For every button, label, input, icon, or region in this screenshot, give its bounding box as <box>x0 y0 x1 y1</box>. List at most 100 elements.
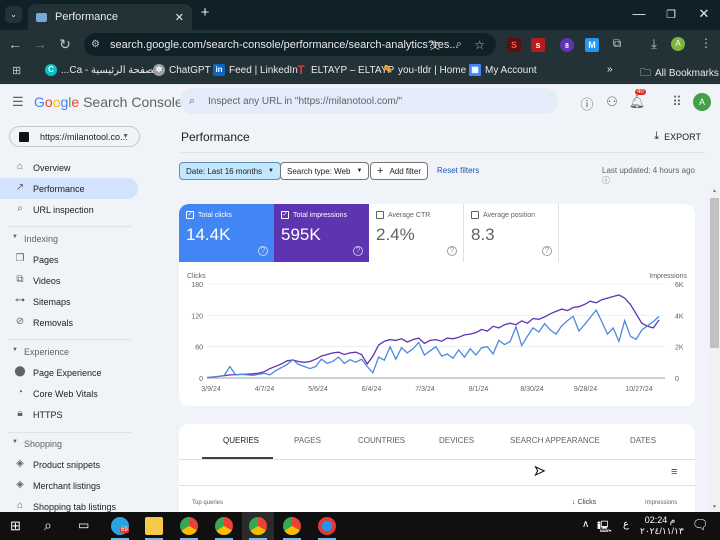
close-window-icon[interactable]: ✕ <box>694 6 714 22</box>
help-circle-icon[interactable]: ⓘ <box>602 176 610 185</box>
chrome-profile-4-icon[interactable] <box>283 517 301 535</box>
checkbox-checked-icon[interactable]: ✓ <box>186 211 194 219</box>
address-bar[interactable]: ⚙ search.google.com/search-console/perfo… <box>84 33 496 56</box>
show-hidden-icons[interactable]: ∧ <box>582 519 589 530</box>
metric-average-ctr[interactable]: Average CTR 2.4% ? <box>369 204 464 262</box>
reset-filters-link[interactable]: Reset filters <box>437 166 479 175</box>
tab-devices[interactable]: DEVICES <box>439 436 474 445</box>
sidebar-item-merchant-listings[interactable]: ◈ Merchant listings <box>0 475 138 496</box>
col-header-impressions[interactable]: Impressions <box>645 500 677 506</box>
checkbox-checked-icon[interactable]: ✓ <box>281 211 289 219</box>
scrollbar-thumb[interactable] <box>710 198 719 348</box>
notifications-bell-icon[interactable]: 🔔︎ 40 <box>628 89 646 110</box>
sidebar-item-removals[interactable]: ⊘ Removals <box>0 312 138 333</box>
url-inspect-search[interactable]: ⌕ Inspect any URL in "https://milanotool… <box>180 88 558 114</box>
add-filter-button[interactable]: + Add filter <box>370 162 429 180</box>
section-experience-toggle[interactable]: ▼ Experience <box>12 347 69 357</box>
sidebar-item-https[interactable]: 🔒︎ HTTPS <box>0 404 138 425</box>
gsc-logo[interactable]: Google Search Console <box>34 94 183 110</box>
chrome-profile-m-icon[interactable] <box>180 517 198 535</box>
minimize-icon[interactable]: — <box>629 6 649 21</box>
section-indexing-toggle[interactable]: ▼ Indexing <box>12 234 58 244</box>
zoom-icon[interactable]: ⌕ <box>456 38 462 51</box>
network-icon[interactable]: 🖳︎ <box>597 518 612 537</box>
task-view-icon[interactable]: ▭ <box>78 518 89 532</box>
bookmark-eltayp[interactable]: T ELTAYP – ELTAYP <box>295 64 394 76</box>
input-language[interactable]: ع <box>623 519 629 530</box>
sidebar-item-core-web-vitals[interactable]: ◔ Core Web Vitals <box>0 383 138 404</box>
restore-icon[interactable]: ❐ <box>661 8 681 21</box>
search-type-filter-chip[interactable]: Search type: Web ▼ <box>280 162 370 180</box>
sidebar-item-shopping-tab-listings[interactable]: ⌂ Shopping tab listings <box>0 496 138 512</box>
sidebar-item-performance[interactable]: ↗ Performance <box>0 178 138 199</box>
help-circle-icon[interactable]: ? <box>353 246 363 256</box>
file-explorer-icon[interactable] <box>145 517 163 535</box>
back-icon[interactable]: ← <box>6 36 24 52</box>
help-circle-icon[interactable]: ? <box>447 246 457 256</box>
browser-menu-icon[interactable]: ⋮ <box>697 36 715 50</box>
sidebar-item-overview[interactable]: ⌂ Overview <box>0 157 138 178</box>
sidebar-item-sitemaps[interactable]: ⊶ Sitemaps <box>0 291 138 312</box>
metric-total-clicks[interactable]: ✓ Total clicks 14.4K ? <box>179 204 274 262</box>
checkbox-unchecked-icon[interactable] <box>471 211 479 219</box>
translate-icon[interactable]: 文 <box>430 37 440 52</box>
performance-chart[interactable]: Clicks Impressions 0 60 120 180 0 2K 4K 6K 3/9/24 4… <box>179 266 695 406</box>
windows-start-icon[interactable]: ⊞ <box>10 518 21 534</box>
bookmark-linkedin[interactable]: in Feed | LinkedIn <box>213 64 298 76</box>
reload-icon[interactable]: ↻ <box>56 36 74 53</box>
chrome-profile-2-icon[interactable] <box>215 517 233 535</box>
telegram-icon[interactable]: 69 <box>111 517 129 535</box>
extension-s-dark-icon[interactable]: S <box>507 38 521 52</box>
extensions-puzzle-icon[interactable]: ⧉ <box>608 36 626 51</box>
download-icon[interactable]: ⤓ <box>645 36 663 52</box>
apps-grid-icon[interactable]: ⊞ <box>12 64 21 77</box>
sidebar-item-pages[interactable]: ❐ Pages <box>0 249 138 270</box>
property-selector[interactable]: https://milanotool.co... ▼ <box>9 126 140 147</box>
sidebar-item-url-inspection[interactable]: ⌕ URL inspection <box>0 199 138 220</box>
new-tab-icon[interactable]: + <box>195 4 215 21</box>
scroll-up-arrow-icon[interactable]: ▲ <box>709 188 720 194</box>
section-shopping-toggle[interactable]: ▼ Shopping <box>12 439 62 449</box>
more-bookmarks-button[interactable]: » <box>607 64 613 75</box>
scroll-down-arrow-icon[interactable]: ▼ <box>709 504 720 510</box>
browser-tab-performance[interactable]: Performance ✕ <box>28 4 192 30</box>
tab-search-appearance[interactable]: SEARCH APPEARANCE <box>510 436 600 445</box>
checkbox-unchecked-icon[interactable] <box>376 211 384 219</box>
chrome-profile-a-icon[interactable] <box>249 517 267 535</box>
bookmark-star-icon[interactable]: ☆ <box>474 38 485 52</box>
tab-queries[interactable]: QUERIES <box>223 436 259 445</box>
bookmark-you-tldr[interactable]: ✎ you-tldr | Home <box>382 64 466 76</box>
tab-search-button[interactable]: ⌄ <box>5 6 22 23</box>
help-circle-icon[interactable]: ? <box>542 246 552 256</box>
tab-countries[interactable]: COUNTRIES <box>358 436 405 445</box>
col-header-clicks[interactable]: ↓ Clicks <box>572 499 596 506</box>
filter-rows-icon[interactable]: ≡ <box>671 466 677 478</box>
bookmark-chatgpt[interactable]: ✲ ChatGPT <box>153 64 211 76</box>
clock[interactable]: 02:24 م ٢٠٢٤/١١/١٣ <box>640 515 684 537</box>
page-scrollbar[interactable]: ▲ ▼ <box>709 188 720 512</box>
extension-s-red-icon[interactable]: s <box>531 38 545 52</box>
close-tab-icon[interactable]: ✕ <box>175 11 184 24</box>
date-filter-chip[interactable]: Date: Last 16 months ▼ <box>179 162 281 180</box>
metric-total-impressions[interactable]: ✓ Total impressions 595K ? <box>274 204 369 262</box>
hamburger-menu-icon[interactable]: ☰ <box>12 94 24 110</box>
forward-icon[interactable]: → <box>31 36 49 52</box>
bookmark-canva[interactable]: C الصفحة الرئيسية - Ca... <box>45 64 160 76</box>
all-bookmarks-button[interactable]: 🗀 All Bookmarks <box>640 64 719 83</box>
site-settings-icon[interactable]: ⚙ <box>91 39 100 50</box>
tab-pages[interactable]: PAGES <box>294 436 321 445</box>
profile-avatar[interactable]: A <box>671 37 685 51</box>
search-icon[interactable]: ⌕ <box>44 517 52 534</box>
export-button[interactable]: ⤓ EXPORT <box>654 130 701 143</box>
notification-center-icon[interactable]: 🗨︎ <box>692 517 709 533</box>
chrome-profile-5-icon[interactable] <box>318 517 336 535</box>
col-header-top-queries[interactable]: Top queries <box>192 500 223 506</box>
metric-average-position[interactable]: Average position 8.3 ? <box>464 204 559 262</box>
google-apps-icon[interactable]: ⠿ <box>668 94 686 110</box>
extension-purple-icon[interactable]: 8 <box>560 38 574 52</box>
sidebar-item-page-experience[interactable]: ⬤ Page Experience <box>0 362 138 383</box>
sidebar-item-product-snippets[interactable]: ◈ Product snippets <box>0 454 138 475</box>
sidebar-item-videos[interactable]: ⧉ Videos <box>0 270 138 291</box>
manage-users-icon[interactable]: ⚇ <box>603 94 621 110</box>
extension-m-icon[interactable]: M <box>585 38 599 52</box>
